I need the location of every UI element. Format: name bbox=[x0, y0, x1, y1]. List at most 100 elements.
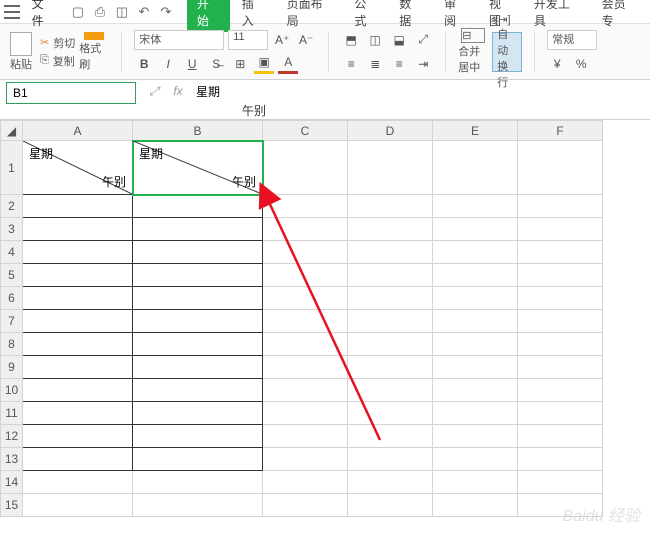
cell[interactable] bbox=[23, 195, 133, 218]
cell[interactable] bbox=[133, 287, 263, 310]
cell[interactable] bbox=[23, 356, 133, 379]
cell[interactable] bbox=[348, 379, 433, 402]
cell[interactable] bbox=[518, 310, 603, 333]
cell[interactable] bbox=[518, 356, 603, 379]
cell[interactable] bbox=[348, 141, 433, 195]
cell[interactable] bbox=[348, 264, 433, 287]
cell[interactable] bbox=[263, 287, 348, 310]
spreadsheet-grid[interactable]: ◢ A B C D E F 1 星期 午别 星期 午别 2 3 4 bbox=[0, 120, 650, 517]
cell[interactable] bbox=[133, 379, 263, 402]
row-header[interactable]: 8 bbox=[1, 333, 23, 356]
cell[interactable] bbox=[433, 402, 518, 425]
cell[interactable] bbox=[348, 287, 433, 310]
cell[interactable] bbox=[433, 141, 518, 195]
col-header[interactable]: D bbox=[348, 121, 433, 141]
tab-data[interactable]: 数据 bbox=[389, 0, 432, 32]
borders-button[interactable]: ⊞ bbox=[230, 54, 250, 74]
print-icon[interactable]: ⎙ bbox=[91, 3, 109, 21]
cell[interactable] bbox=[263, 425, 348, 448]
cell[interactable] bbox=[433, 241, 518, 264]
cell[interactable] bbox=[433, 195, 518, 218]
expand-icon[interactable]: ⤢ bbox=[142, 84, 166, 99]
currency-button[interactable]: ¥ bbox=[547, 54, 567, 74]
cell[interactable] bbox=[263, 264, 348, 287]
row-header[interactable]: 6 bbox=[1, 287, 23, 310]
cell[interactable] bbox=[23, 402, 133, 425]
cell[interactable] bbox=[263, 448, 348, 471]
cell[interactable] bbox=[433, 425, 518, 448]
cell[interactable] bbox=[133, 425, 263, 448]
redo-icon[interactable]: ↷ bbox=[157, 3, 175, 21]
format-painter-button[interactable]: 格式刷 bbox=[79, 32, 109, 72]
align-middle-button[interactable]: ◫ bbox=[365, 30, 385, 50]
row-header[interactable]: 5 bbox=[1, 264, 23, 287]
cell[interactable] bbox=[133, 471, 263, 494]
fx-icon[interactable]: fx bbox=[166, 84, 190, 98]
name-box[interactable]: B1 bbox=[6, 82, 136, 104]
decrease-font-button[interactable]: A⁻ bbox=[296, 30, 316, 50]
font-color-button[interactable]: A bbox=[278, 54, 298, 74]
increase-font-button[interactable]: A⁺ bbox=[272, 30, 292, 50]
cell[interactable] bbox=[518, 141, 603, 195]
cell[interactable] bbox=[23, 310, 133, 333]
cell-B1[interactable]: 星期 午别 bbox=[133, 141, 263, 195]
row-header[interactable]: 15 bbox=[1, 494, 23, 517]
hamburger-icon[interactable] bbox=[4, 5, 20, 19]
cell[interactable] bbox=[133, 448, 263, 471]
cell[interactable] bbox=[133, 264, 263, 287]
row-header[interactable]: 9 bbox=[1, 356, 23, 379]
cell[interactable] bbox=[518, 241, 603, 264]
wrap-text-button[interactable]: [⇥] 自动换行 bbox=[492, 32, 522, 72]
undo-icon[interactable]: ↶ bbox=[135, 3, 153, 21]
cell[interactable] bbox=[263, 471, 348, 494]
row-header[interactable]: 12 bbox=[1, 425, 23, 448]
cell[interactable] bbox=[263, 379, 348, 402]
cell[interactable] bbox=[433, 218, 518, 241]
cell[interactable] bbox=[263, 310, 348, 333]
cell[interactable] bbox=[263, 195, 348, 218]
cell[interactable] bbox=[133, 402, 263, 425]
col-header[interactable]: F bbox=[518, 121, 603, 141]
cell[interactable] bbox=[433, 356, 518, 379]
col-header[interactable]: C bbox=[263, 121, 348, 141]
orientation-button[interactable]: ⤢ bbox=[413, 30, 433, 50]
cell[interactable] bbox=[518, 287, 603, 310]
cell[interactable] bbox=[263, 141, 348, 195]
row-header[interactable]: 3 bbox=[1, 218, 23, 241]
save-icon[interactable]: ▢ bbox=[69, 3, 87, 21]
cell[interactable] bbox=[433, 494, 518, 517]
cell[interactable] bbox=[263, 218, 348, 241]
cell[interactable] bbox=[518, 218, 603, 241]
col-header[interactable]: B bbox=[133, 121, 263, 141]
row-header[interactable]: 14 bbox=[1, 471, 23, 494]
cell[interactable] bbox=[348, 402, 433, 425]
cell[interactable] bbox=[518, 471, 603, 494]
cell[interactable] bbox=[348, 333, 433, 356]
cell[interactable] bbox=[518, 448, 603, 471]
align-right-button[interactable]: ≡ bbox=[389, 54, 409, 74]
cell[interactable] bbox=[23, 379, 133, 402]
percent-button[interactable]: % bbox=[571, 54, 591, 74]
cell[interactable] bbox=[263, 494, 348, 517]
align-top-button[interactable]: ⬒ bbox=[341, 30, 361, 50]
cell[interactable] bbox=[518, 333, 603, 356]
italic-button[interactable]: I bbox=[158, 54, 178, 74]
underline-button[interactable]: U bbox=[182, 54, 202, 74]
font-size-select[interactable]: 11 bbox=[228, 30, 268, 50]
cell[interactable] bbox=[23, 241, 133, 264]
cell[interactable] bbox=[263, 241, 348, 264]
cell[interactable] bbox=[433, 287, 518, 310]
cell[interactable] bbox=[263, 402, 348, 425]
cell[interactable] bbox=[133, 310, 263, 333]
select-all-corner[interactable]: ◢ bbox=[1, 121, 23, 141]
cell[interactable] bbox=[133, 333, 263, 356]
cell[interactable] bbox=[23, 287, 133, 310]
col-header[interactable]: A bbox=[23, 121, 133, 141]
align-bottom-button[interactable]: ⬓ bbox=[389, 30, 409, 50]
align-left-button[interactable]: ≡ bbox=[341, 54, 361, 74]
cell[interactable] bbox=[263, 356, 348, 379]
cell[interactable] bbox=[348, 310, 433, 333]
cell[interactable] bbox=[23, 448, 133, 471]
cell[interactable] bbox=[348, 448, 433, 471]
copy-button[interactable]: ⎘复制 bbox=[40, 53, 75, 69]
